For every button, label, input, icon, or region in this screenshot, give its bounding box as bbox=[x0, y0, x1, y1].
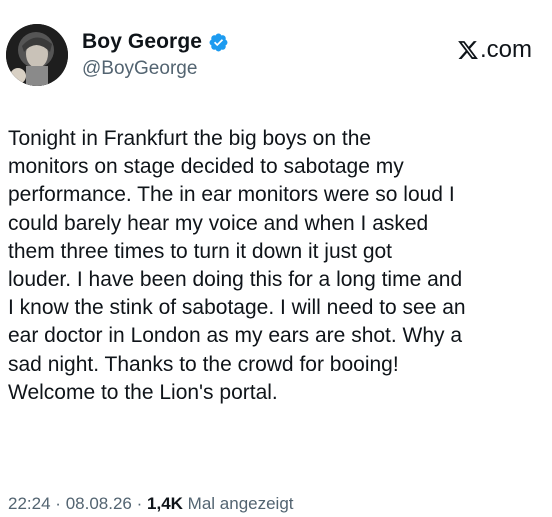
handle[interactable]: @BoyGeorge bbox=[82, 58, 229, 80]
meta-separator: · bbox=[55, 494, 61, 513]
display-name[interactable]: Boy George bbox=[82, 30, 202, 54]
display-name-row: Boy George bbox=[82, 28, 229, 56]
x-logo-icon bbox=[457, 39, 479, 61]
post-header: Boy George @BoyGeorge .com bbox=[6, 24, 546, 90]
views-label: Mal angezeigt bbox=[187, 494, 294, 513]
post-card: Boy George @BoyGeorge .com Tonight in Fr… bbox=[0, 0, 552, 517]
brand-label: .com bbox=[457, 36, 532, 64]
meta-separator-2: · bbox=[136, 494, 143, 513]
post-text: Tonight in Frankfurt the big boys on the… bbox=[8, 127, 466, 404]
brand-text: .com bbox=[479, 36, 532, 63]
post-time[interactable]: 22:24 bbox=[8, 494, 51, 513]
verified-badge-icon bbox=[208, 32, 229, 53]
views-count[interactable]: 1,4K bbox=[147, 494, 183, 513]
post-date[interactable]: 08.08.26 bbox=[66, 494, 132, 513]
avatar-image bbox=[6, 24, 68, 86]
author-names: Boy George @BoyGeorge bbox=[82, 28, 229, 80]
post-meta: 22:24 · 08.08.26 · 1,4K Mal angezeigt bbox=[8, 494, 294, 514]
avatar[interactable] bbox=[6, 24, 68, 86]
